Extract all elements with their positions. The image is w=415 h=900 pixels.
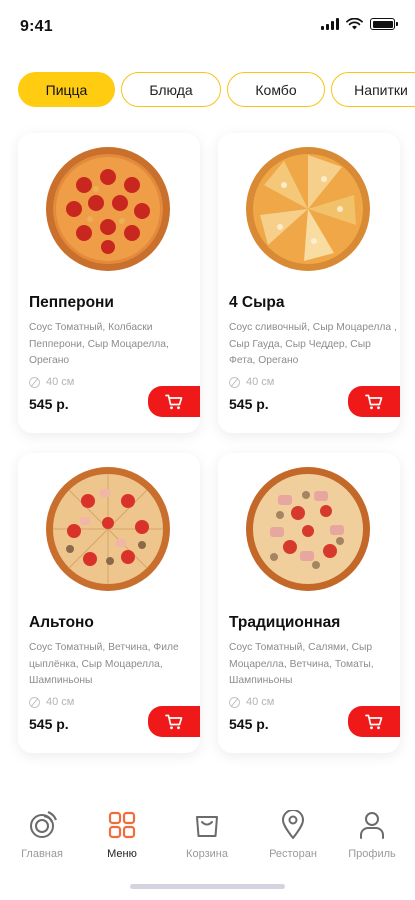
diameter-icon bbox=[29, 376, 40, 388]
profile-icon bbox=[360, 812, 384, 839]
status-time: 9:41 bbox=[20, 18, 53, 35]
product-card[interactable]: Пепперони Соус Томатный, Колбаски Пеппер… bbox=[18, 133, 200, 433]
product-name: 4 Сыра bbox=[229, 294, 285, 311]
nav-profile[interactable]: Профиль bbox=[332, 810, 412, 860]
tab-combo[interactable]: Комбо bbox=[227, 72, 325, 107]
nav-label: Ресторан bbox=[269, 848, 317, 860]
category-tabs: Пицца Блюда Комбо Напитки bbox=[18, 72, 415, 107]
diameter-icon bbox=[229, 376, 240, 388]
diameter-icon bbox=[229, 696, 240, 708]
diameter-icon bbox=[29, 696, 40, 708]
product-card[interactable]: Традиционная Соус Томатный, Салями, Сыр … bbox=[218, 453, 400, 753]
home-icon bbox=[30, 810, 57, 838]
size-label: 40 см bbox=[246, 696, 275, 708]
bottom-navigation: Главная Меню Корзина Ресторан Профиль bbox=[0, 800, 415, 870]
tab-drinks[interactable]: Напитки bbox=[331, 72, 415, 107]
pizza-image bbox=[46, 467, 170, 591]
status-bar: 9:41 bbox=[0, 0, 415, 52]
product-card[interactable]: 4 Сыра Соус сливочный, Сыр Моцарелла , С… bbox=[218, 133, 400, 433]
product-size: 40 см bbox=[29, 376, 74, 388]
size-label: 40 см bbox=[46, 376, 75, 388]
product-price: 545 р. bbox=[229, 396, 269, 412]
nav-home[interactable]: Главная bbox=[2, 810, 82, 860]
product-size: 40 см bbox=[229, 376, 274, 388]
nav-label: Главная bbox=[21, 848, 63, 860]
product-name: Традиционная bbox=[229, 614, 341, 631]
product-name: Альтоно bbox=[29, 614, 94, 631]
nav-menu[interactable]: Меню bbox=[82, 810, 162, 860]
menu-grid-icon bbox=[108, 811, 136, 839]
pizza-image bbox=[246, 467, 370, 591]
product-size: 40 см bbox=[29, 696, 74, 708]
add-to-cart-button[interactable] bbox=[348, 706, 400, 737]
status-icons bbox=[321, 18, 398, 30]
tab-dishes[interactable]: Блюда bbox=[121, 72, 221, 107]
product-description: Соус Томатный, Ветчина, Филе цыплёнка, С… bbox=[29, 642, 179, 686]
nav-label: Меню bbox=[107, 848, 137, 860]
product-size: 40 см bbox=[229, 696, 274, 708]
basket-icon bbox=[196, 816, 218, 837]
pizza-image bbox=[246, 147, 370, 271]
pizza-image bbox=[46, 147, 170, 271]
product-card[interactable]: Альтоно Соус Томатный, Ветчина, Филе цып… bbox=[18, 453, 200, 753]
tab-pizza[interactable]: Пицца bbox=[18, 72, 115, 107]
cart-icon bbox=[165, 714, 183, 729]
battery-icon bbox=[370, 18, 398, 30]
product-price: 545 р. bbox=[29, 396, 69, 412]
location-pin-icon bbox=[282, 810, 304, 839]
home-indicator[interactable] bbox=[130, 884, 285, 889]
add-to-cart-button[interactable] bbox=[348, 386, 400, 417]
product-price: 545 р. bbox=[29, 716, 69, 732]
product-price: 545 р. bbox=[229, 716, 269, 732]
nav-restaurant[interactable]: Ресторан bbox=[253, 810, 333, 860]
cart-icon bbox=[365, 394, 383, 409]
add-to-cart-button[interactable] bbox=[148, 386, 200, 417]
cart-icon bbox=[365, 714, 383, 729]
cart-icon bbox=[165, 394, 183, 409]
size-label: 40 см bbox=[246, 376, 275, 388]
nav-label: Профиль bbox=[348, 848, 396, 860]
product-description: Соус Томатный, Колбаски Пепперони, Сыр М… bbox=[29, 322, 169, 366]
add-to-cart-button[interactable] bbox=[148, 706, 200, 737]
nav-label: Корзина bbox=[186, 848, 228, 860]
product-name: Пепперони bbox=[29, 294, 114, 311]
size-label: 40 см bbox=[46, 696, 75, 708]
wifi-icon bbox=[346, 18, 363, 30]
product-description: Соус сливочный, Сыр Моцарелла , Сыр Гауд… bbox=[229, 322, 397, 366]
product-description: Соус Томатный, Салями, Сыр Моцарелла, Ве… bbox=[229, 642, 374, 686]
nav-cart[interactable]: Корзина bbox=[167, 810, 247, 860]
cellular-signal-icon bbox=[321, 18, 339, 30]
